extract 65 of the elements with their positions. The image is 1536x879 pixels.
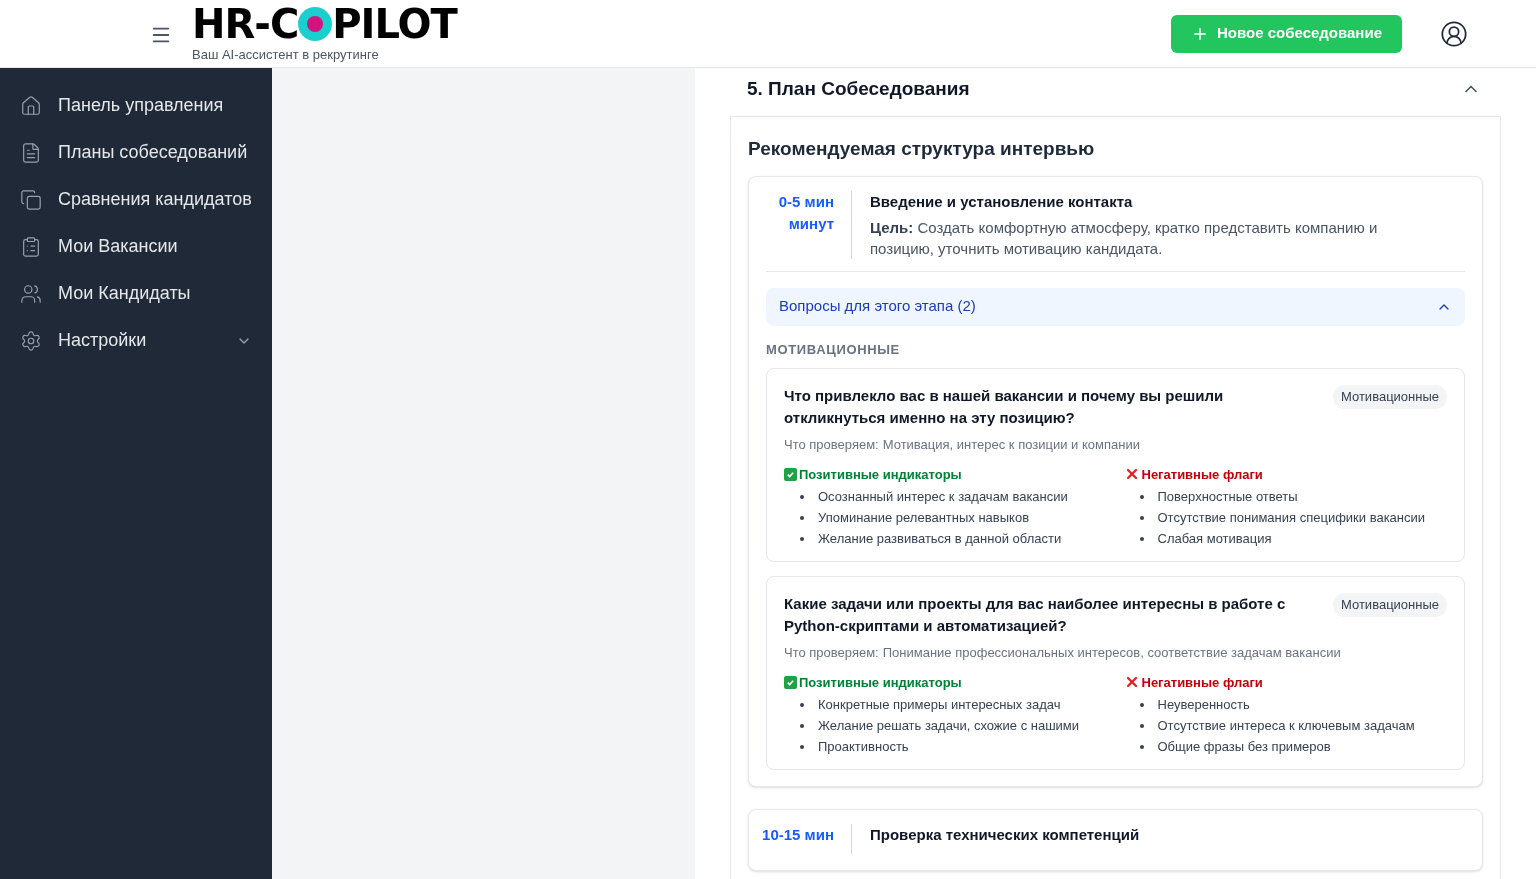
stage-time: 10-15 мин bbox=[762, 825, 834, 845]
tagline: Ваш AI-ассистент в рекрутинге bbox=[192, 46, 380, 65]
logo-circle-icon bbox=[298, 7, 333, 42]
checks-text: Понимание профессиональных интересов, соответствие задачам вакансии bbox=[882, 644, 1341, 662]
checks-label: Что проверяем: bbox=[784, 644, 879, 662]
indicator-heading: Негативные флаги bbox=[1141, 465, 1263, 484]
indicator-heading: Позитивные индикаторы bbox=[799, 465, 962, 484]
settings-icon bbox=[20, 329, 42, 352]
category-tag: Мотивационные bbox=[1333, 593, 1447, 617]
home-icon bbox=[20, 94, 42, 117]
indicator-heading: Негативные флаги bbox=[1141, 673, 1263, 692]
panel-heading: Рекомендуемая структура интервью bbox=[748, 137, 1096, 161]
bullet-icon bbox=[1139, 536, 1144, 541]
indicator-item: Общие фразы без примеров bbox=[1157, 738, 1331, 756]
sidebar-item[interactable]: Настройки bbox=[20, 317, 252, 364]
copy-icon bbox=[20, 188, 42, 211]
category-heading: МОТИВАЦИОННЫЕ bbox=[766, 340, 901, 359]
stage-time-unit: минут bbox=[788, 213, 834, 234]
bullet-icon bbox=[800, 515, 804, 520]
stage-title: Проверка технических компетенций bbox=[870, 825, 1141, 845]
checks-text: Мотивация, интерес к позиции и компании bbox=[882, 436, 1140, 454]
bullet-icon bbox=[800, 536, 804, 541]
sidebar-item[interactable]: Мои Кандидаты bbox=[20, 270, 252, 317]
indicator-item: Неуверенность bbox=[1157, 696, 1250, 714]
bullet-icon bbox=[800, 744, 804, 749]
users-icon bbox=[20, 282, 42, 305]
category-tag: Мотивационные bbox=[1333, 385, 1447, 409]
indicator-heading: Позитивные индикаторы bbox=[799, 673, 962, 692]
indicator-item: Отсутствие интереса к ключевым задачам bbox=[1157, 717, 1415, 735]
indicator-item: Конкретные примеры интересных задач bbox=[818, 696, 1061, 714]
stage-title: Введение и установление контакта bbox=[870, 191, 1134, 212]
sidebar-item[interactable]: Мои Вакансии bbox=[20, 223, 252, 270]
sidebar-item[interactable]: Панель управления bbox=[20, 82, 252, 129]
stage-time: 0-5 мин bbox=[778, 191, 834, 212]
question-text: Что привлекло вас в нашей вакансии и почему вы решили откликнуться именно на эту позицию? bbox=[784, 386, 1225, 428]
bullet-icon bbox=[1139, 702, 1144, 707]
logo-text: HR-C bbox=[192, 4, 299, 45]
indicator-item: Осознанный интерес к задачам вакансии bbox=[818, 488, 1068, 506]
bullet-icon bbox=[1139, 723, 1144, 728]
question-text: Какие задачи или проекты для вас наиболее интересны в работе с Python-скриптами и автоматизацией? bbox=[784, 594, 1287, 636]
indicator-item: Желание решать задачи, схожие с нашими bbox=[818, 717, 1080, 735]
bullet-icon bbox=[800, 702, 804, 707]
bullet-icon bbox=[1139, 515, 1144, 520]
bullet-icon bbox=[1139, 744, 1144, 749]
bullet-icon bbox=[800, 494, 804, 499]
sidebar-item[interactable]: Планы собеседований bbox=[20, 129, 252, 176]
section-title: 5. План Собеседования bbox=[747, 76, 970, 101]
check-mark-icon bbox=[784, 675, 797, 689]
stage-goal: Цель: Создать комфортную атмосферу, кратко представить компанию и позицию, уточнить мотивацию кандидата. bbox=[870, 217, 1379, 259]
checks-label: Что проверяем: bbox=[784, 436, 879, 454]
indicator-item: Отсутствие понимания специфики вакансии bbox=[1157, 509, 1426, 527]
bullet-icon bbox=[800, 723, 804, 728]
check-mark-icon bbox=[784, 467, 797, 481]
sidebar-item[interactable]: Сравнения кандидатов bbox=[20, 176, 252, 223]
indicator-item: Желание развиваться в данной области bbox=[818, 530, 1062, 548]
indicator-item: Поверхностные ответы bbox=[1157, 488, 1298, 506]
indicator-item: Упоминание релевантных навыков bbox=[818, 509, 1030, 527]
clipboard-icon bbox=[20, 235, 42, 258]
bullet-icon bbox=[1139, 494, 1144, 499]
indicator-item: Проактивность bbox=[818, 738, 909, 756]
indicator-item: Слабая мотивация bbox=[1157, 530, 1272, 548]
logo-text: PILOT bbox=[332, 4, 457, 45]
user-avatar-icon[interactable] bbox=[1440, 19, 1468, 48]
questions-toggle[interactable]: Вопросы для этого этапа (2) bbox=[766, 287, 1465, 326]
document-icon bbox=[20, 141, 42, 164]
